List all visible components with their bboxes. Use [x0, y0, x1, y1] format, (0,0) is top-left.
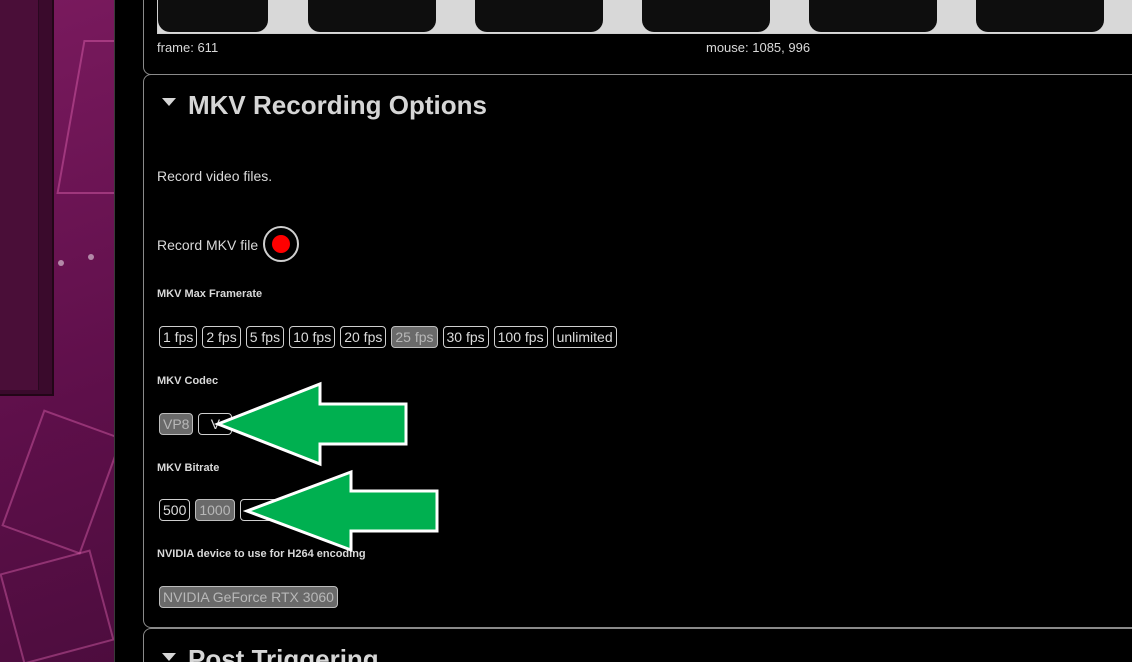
preview-frame: [308, 0, 436, 32]
framerate-option[interactable]: 2 fps: [202, 326, 241, 348]
wallpaper-dot: [58, 260, 64, 266]
framerate-option[interactable]: 30 fps: [442, 326, 489, 348]
section-description: Record video files.: [157, 168, 273, 184]
codec-label: MKV Codec: [157, 375, 219, 387]
framerate-label: MKV Max Framerate: [157, 288, 263, 300]
section-title[interactable]: MKV Recording Options: [188, 90, 487, 121]
background-window-panel: [0, 0, 39, 390]
record-mkv-label: Record MKV file: [157, 237, 259, 253]
framerate-option[interactable]: 100 fps: [493, 326, 548, 348]
wallpaper-dot: [88, 254, 94, 260]
framerate-option-selected[interactable]: 25 fps: [391, 326, 438, 348]
framerate-option[interactable]: 1 fps: [159, 326, 198, 348]
camera-preview[interactable]: [157, 0, 1132, 34]
preview-frame: [809, 0, 937, 32]
preview-frame: [475, 0, 603, 32]
framerate-options: 1 fps 2 fps 5 fps 10 fps 20 fps 25 fps 3…: [159, 326, 617, 348]
background-window: [0, 0, 54, 396]
mouse-position: mouse: 1085, 996: [706, 40, 811, 55]
left-arrow-icon: [213, 381, 408, 467]
record-dot-icon: [272, 235, 290, 253]
frame-counter: frame: 611: [157, 40, 219, 55]
framerate-option[interactable]: 10 fps: [289, 326, 336, 348]
framerate-option[interactable]: unlimited: [552, 326, 617, 348]
nvidia-device-option-selected[interactable]: NVIDIA GeForce RTX 3060: [159, 586, 338, 608]
nvidia-device-options: NVIDIA GeForce RTX 3060: [159, 586, 338, 608]
triangle-down-icon[interactable]: [162, 653, 176, 661]
section-title[interactable]: Post Triggering: [188, 644, 379, 662]
bitrate-option[interactable]: 500: [159, 499, 191, 521]
wallpaper-shape: [0, 549, 115, 662]
preview-frame: [158, 0, 268, 32]
bitrate-option-selected[interactable]: 1000: [195, 499, 235, 521]
triangle-down-icon[interactable]: [162, 98, 176, 106]
framerate-option[interactable]: 20 fps: [340, 326, 387, 348]
preview-frame: [642, 0, 770, 32]
wallpaper-shape: [1, 409, 123, 555]
codec-option-selected[interactable]: VP8: [159, 413, 194, 435]
preview-frame: [976, 0, 1104, 32]
record-mkv-button[interactable]: [263, 226, 299, 262]
left-arrow-icon: [243, 469, 439, 553]
bitrate-label: MKV Bitrate: [157, 462, 220, 474]
framerate-option[interactable]: 5 fps: [245, 326, 285, 348]
